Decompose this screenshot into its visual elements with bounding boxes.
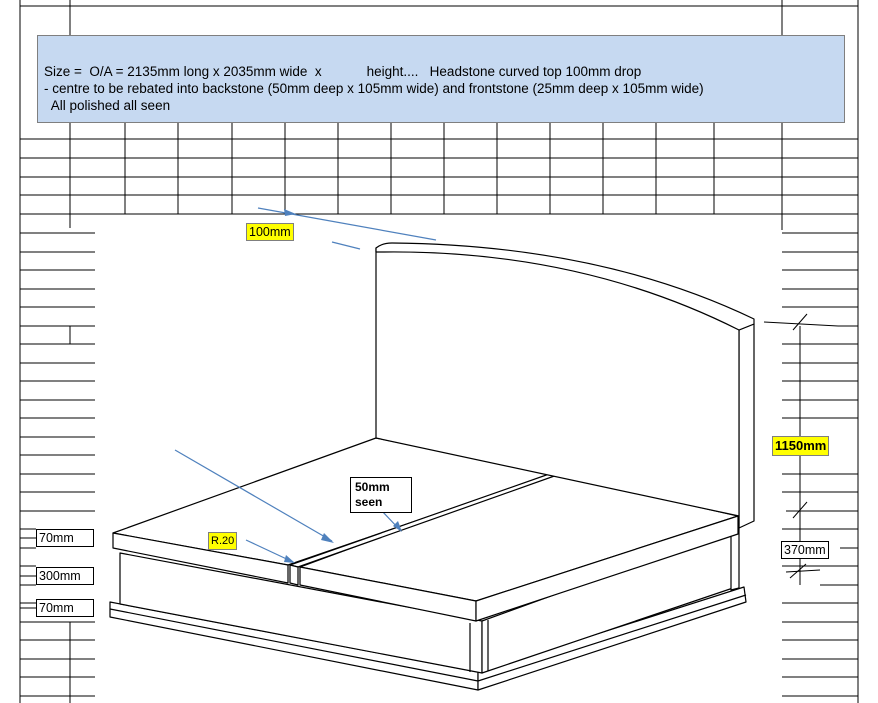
top-slab-label: 70mm [36, 529, 94, 547]
bottom-slab-label: 70mm [36, 599, 94, 617]
radius-label: R.20 [208, 532, 238, 550]
headstone-drawing [20, 207, 839, 691]
base-mid-label: 300mm [36, 567, 94, 585]
rebate-seen-label: 50mm seen [350, 477, 412, 513]
base-height-label: 370mm [781, 541, 829, 559]
height-dimension-label: 1150mm [772, 436, 830, 456]
left-dimension-brackets [20, 537, 36, 609]
rebate-seen-line2: seen [355, 495, 383, 509]
drop-dimension-label: 100mm [246, 223, 294, 241]
rebate-seen-line1: 50mm [355, 480, 390, 494]
